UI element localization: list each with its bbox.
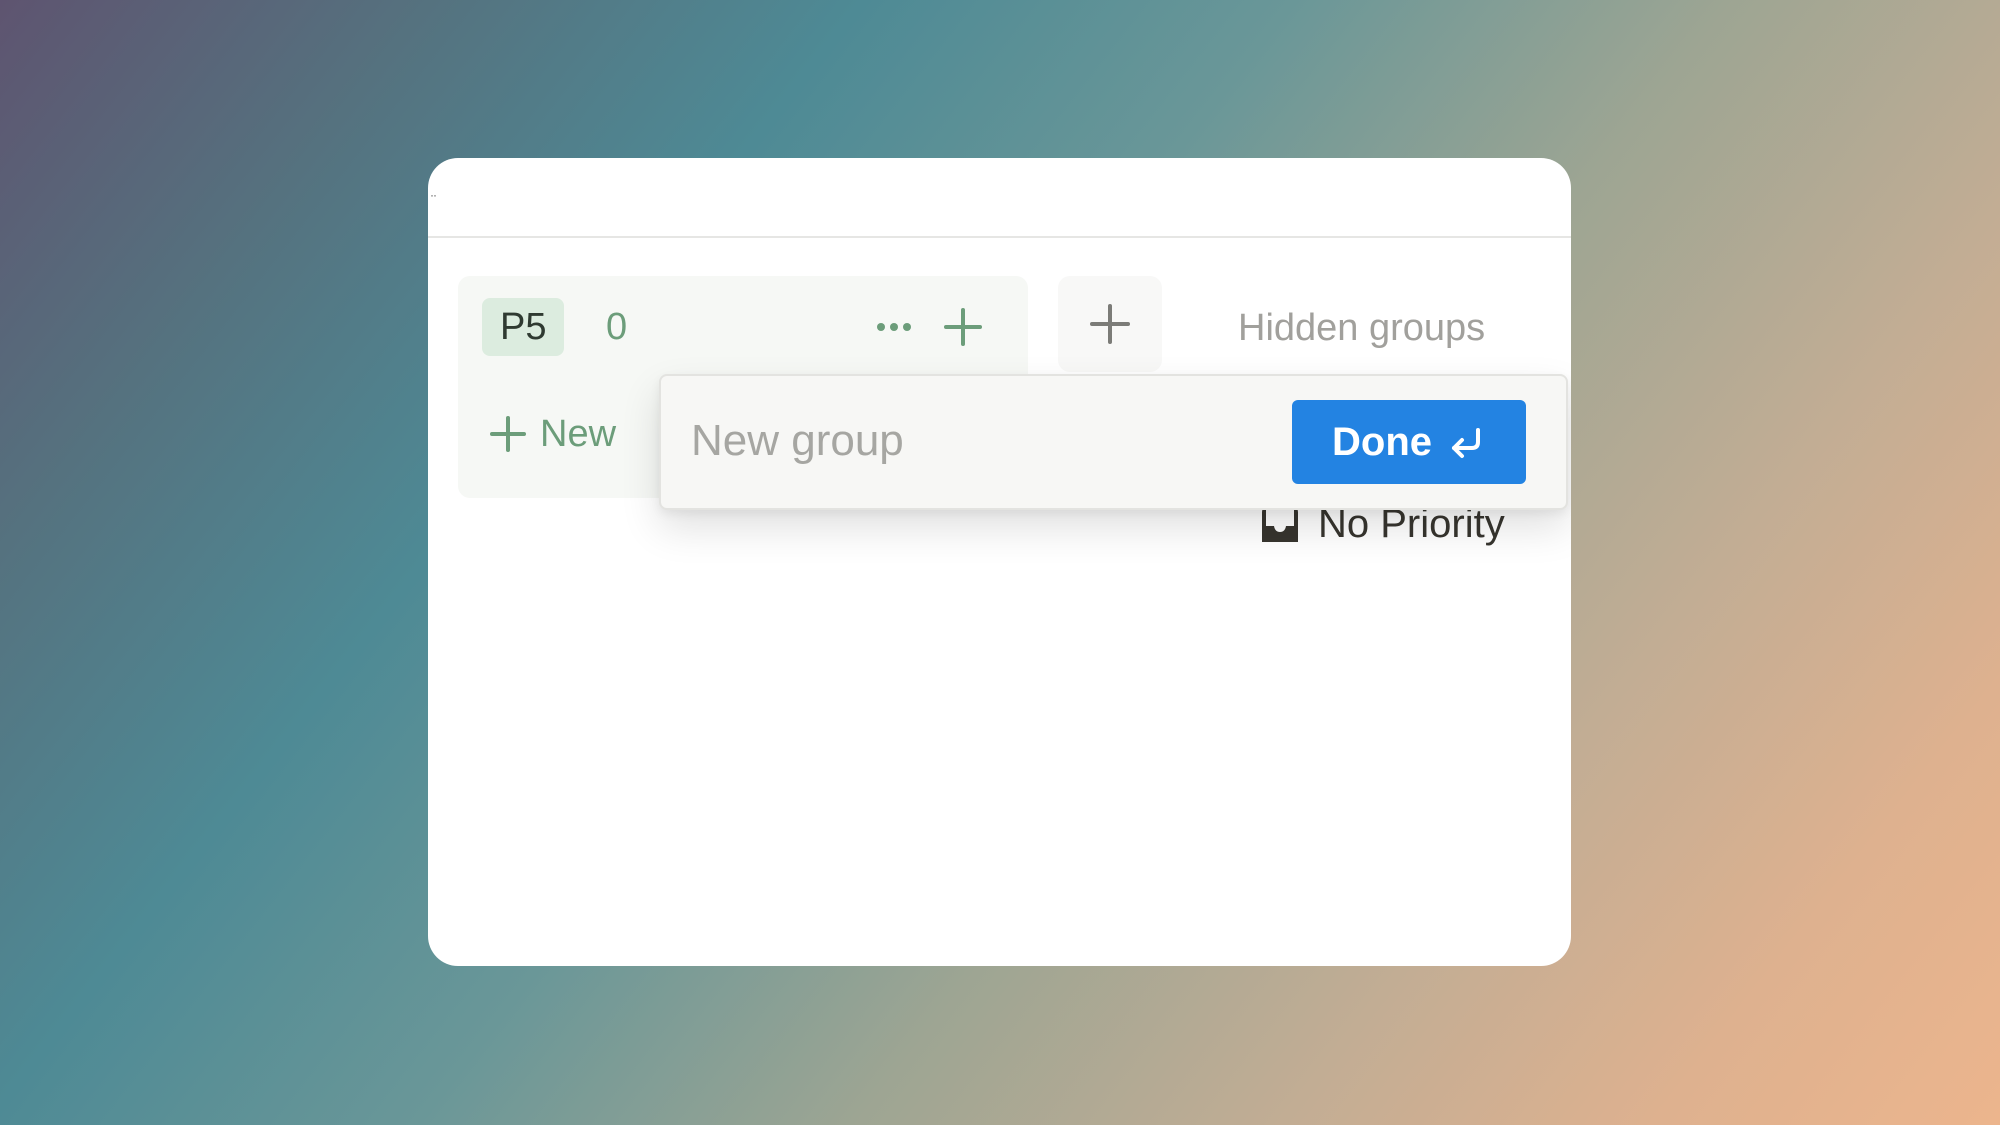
group-item-count: 0 [606, 306, 628, 348]
plus-icon [1090, 304, 1130, 344]
board-window: ·· P5 0 New Hidden groups No Priority Ne… [428, 158, 1571, 966]
done-button[interactable]: Done [1292, 400, 1526, 484]
new-card-button[interactable]: New [488, 406, 616, 462]
window-drag-handle[interactable]: ·· [430, 188, 437, 202]
more-horizontal-icon[interactable] [868, 308, 920, 346]
new-group-popover: Done [659, 374, 1568, 510]
new-group-input[interactable] [691, 406, 1271, 476]
done-label: Done [1332, 419, 1432, 464]
hidden-groups-toggle[interactable]: Hidden groups [1238, 298, 1485, 358]
group-label-pill[interactable]: P5 [482, 298, 565, 356]
window-toolbar: ·· [428, 158, 1571, 238]
enter-return-icon [1452, 428, 1480, 458]
add-group-button[interactable] [1058, 276, 1162, 372]
plus-icon[interactable] [938, 302, 988, 352]
new-card-label: New [540, 412, 617, 455]
plus-icon [490, 416, 526, 452]
